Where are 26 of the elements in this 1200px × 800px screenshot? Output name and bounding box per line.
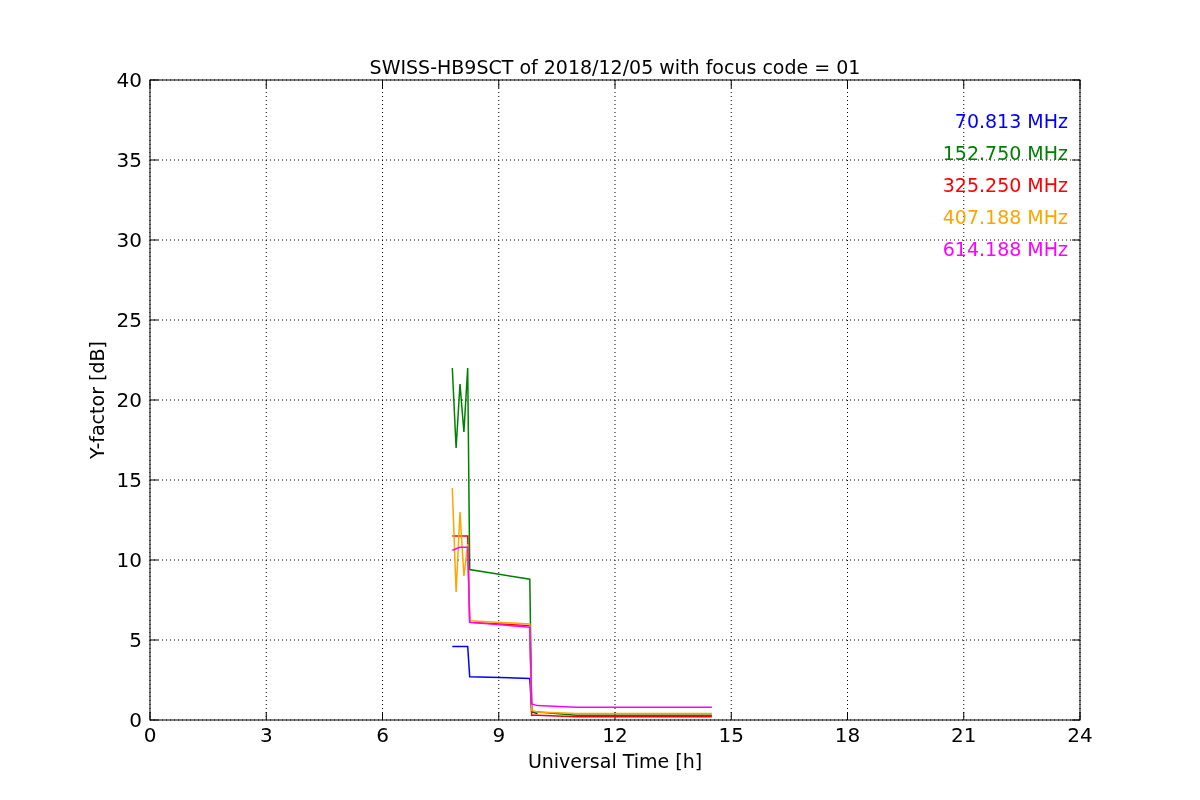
tick-label: 0 bbox=[143, 723, 157, 747]
tick-label: 15 bbox=[718, 723, 744, 747]
tick-label: 40 bbox=[116, 68, 142, 92]
tick-label: 24 bbox=[1067, 723, 1093, 747]
tick-label: 20 bbox=[116, 388, 142, 412]
tick-label: 30 bbox=[116, 228, 142, 252]
tick-label: 5 bbox=[129, 628, 142, 652]
tick-label: 0 bbox=[129, 708, 142, 732]
tick-label: 6 bbox=[376, 723, 389, 747]
tick-label: 18 bbox=[834, 723, 861, 747]
tick-label: 15 bbox=[116, 468, 142, 492]
x-axis-label: Universal Time [h] bbox=[527, 750, 703, 772]
legend-label: 70.813 MHz bbox=[954, 110, 1068, 132]
tick-label: 21 bbox=[951, 723, 977, 747]
legend-label: 407.188 MHz bbox=[942, 206, 1068, 228]
legend-label: 152.750 MHz bbox=[942, 142, 1068, 164]
legend-label: 325.250 MHz bbox=[942, 174, 1068, 196]
chart-title: SWISS-HB9SCT of 2018/12/05 with focus code = 01 bbox=[369, 56, 861, 78]
tick-label: 25 bbox=[116, 308, 142, 332]
legend-label: 614.188 MHz bbox=[942, 238, 1068, 260]
tick-label: 3 bbox=[259, 723, 273, 747]
y-axis-label: Y-factor [dB] bbox=[86, 341, 108, 459]
tick-label: 9 bbox=[492, 723, 506, 747]
tick-label: 12 bbox=[602, 723, 628, 747]
tick-label: 35 bbox=[116, 148, 142, 172]
tick-label: 10 bbox=[116, 548, 142, 572]
